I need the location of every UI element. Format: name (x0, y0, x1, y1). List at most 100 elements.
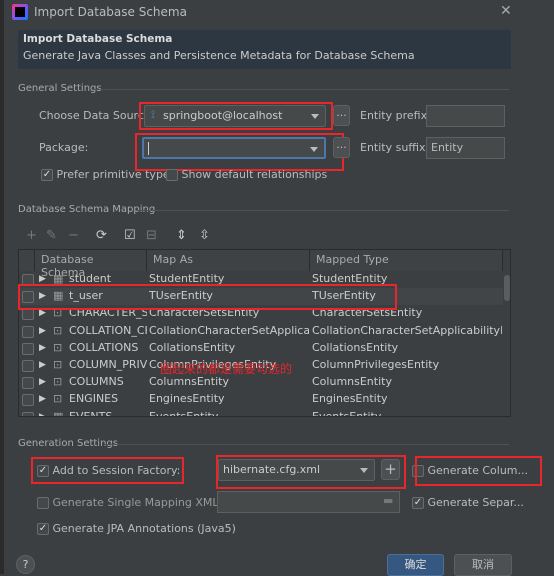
scrollbar-thumb[interactable] (504, 275, 510, 301)
view-icon: ⊡ (53, 392, 63, 406)
cancel-button[interactable]: 取消 (454, 554, 512, 576)
expand-arrow-icon[interactable]: ▶ (39, 394, 46, 404)
mapped-type-cell[interactable]: CollationCharacterSetApplicabilityEntity (312, 324, 502, 337)
header-subtitle: Generate Java Classes and Persistence Me… (23, 49, 415, 62)
view-icon: ⊡ (53, 358, 63, 371)
mapping-section-title: Database Schema Mapping (18, 204, 156, 215)
intellij-logo-icon (12, 4, 28, 20)
checkbox-unchecked-icon (22, 308, 34, 321)
data-source-label: Choose Data Source: (39, 109, 155, 122)
checkbox-unchecked-icon (22, 342, 34, 355)
expand-arrow-icon[interactable]: ▶ (39, 274, 46, 284)
table-icon: ▦ (53, 409, 64, 417)
entity-suffix-label: Entity suffix: (360, 141, 430, 154)
checkbox-unchecked-icon (22, 360, 34, 372)
schema-name: ENGINES (69, 392, 119, 406)
mapped-type-cell[interactable]: ColumnsEntity (312, 375, 502, 388)
generation-settings-title: Generation Settings (18, 438, 118, 449)
entity-prefix-label: Entity prefix: (360, 109, 431, 122)
package-browse-button[interactable]: ... (333, 137, 350, 158)
checkbox-checked-icon: ✓ (412, 497, 424, 509)
map-as-cell[interactable]: EventsEntity (149, 410, 309, 416)
header-checkbox-column (19, 250, 35, 271)
jpa-annotations-checkbox[interactable]: ✓ Generate JPA Annotations (Java5) (37, 522, 236, 535)
checkbox-unchecked-icon (22, 377, 34, 390)
map-as-cell[interactable]: EnginesEntity (149, 392, 309, 405)
row-checkbox[interactable] (22, 376, 34, 390)
column-header-map-as[interactable]: Map As (147, 250, 310, 271)
schema-name: COLUMN_PRIVILI (69, 358, 147, 371)
folder-icon[interactable]: ▬ (383, 494, 393, 507)
help-button[interactable]: ? (16, 555, 35, 574)
expand-arrow-icon[interactable]: ▶ (39, 360, 46, 370)
add-icon[interactable]: + (26, 228, 37, 243)
refresh-icon[interactable]: ⟳ (96, 228, 107, 243)
ide-background (0, 0, 4, 574)
general-settings-title: General Settings (18, 83, 102, 94)
table-row[interactable]: ▶ ⊡ COLLATIONS CollationsEntity Collatio… (19, 340, 503, 357)
checkbox-unchecked-icon (22, 411, 34, 416)
annotation-box (139, 102, 333, 130)
edit-icon[interactable]: ✎ (46, 228, 57, 243)
checkbox-unchecked-icon (37, 497, 49, 509)
annotation-box (216, 455, 406, 489)
map-as-cell[interactable]: CollationCharacterSetApplicabili... (149, 324, 309, 337)
package-label: Package: (39, 141, 89, 154)
checkbox-checked-icon: ✓ (37, 523, 49, 535)
annotation-box (415, 456, 542, 486)
annotation-note: 圈起来的都是需要勾选的 (160, 362, 293, 376)
ok-button[interactable]: 确定 (387, 554, 444, 576)
checkbox-unchecked-icon (22, 394, 34, 407)
row-checkbox[interactable] (22, 359, 34, 372)
show-default-relationships-checkbox[interactable]: Show default relationships (166, 168, 327, 181)
single-mapping-xml-checkbox[interactable]: Generate Single Mapping XML: (37, 496, 222, 509)
map-as-cell[interactable]: CollationsEntity (149, 341, 309, 354)
check-all-icon[interactable]: ☑ (124, 228, 136, 243)
mapped-type-cell[interactable]: EnginesEntity (312, 392, 502, 405)
table-row[interactable]: ▶ ▦ EVENTS EventsEntity EventsEntity (19, 409, 503, 417)
data-source-browse-button[interactable]: ... (333, 105, 350, 126)
row-checkbox[interactable] (22, 393, 34, 407)
view-icon: ⊡ (53, 340, 63, 354)
column-header-schema[interactable]: Database Schema (35, 250, 147, 279)
row-checkbox[interactable] (22, 411, 34, 416)
mapped-type-cell[interactable]: EventsEntity (312, 410, 502, 416)
annotation-box (135, 133, 344, 171)
header-title: Import Database Schema (23, 33, 173, 45)
schema-mapping-table: Database Schema Map As Mapped Type ▶ ▦ s… (18, 249, 511, 417)
generate-separate-checkbox[interactable]: ✓ Generate Separ... (412, 496, 524, 509)
divider (104, 444, 509, 445)
map-as-cell[interactable]: ColumnsEntity (149, 375, 309, 388)
entity-suffix-input[interactable]: Entity (426, 137, 505, 159)
checkbox-unchecked-icon (166, 169, 178, 181)
expand-arrow-icon[interactable]: ▶ (39, 377, 46, 387)
single-mapping-xml-input[interactable] (217, 491, 400, 513)
annotation-box (18, 284, 397, 310)
collapse-all-icon[interactable]: ⇳ (199, 228, 210, 243)
column-header-mapped-type[interactable]: Mapped Type (310, 250, 503, 271)
remove-icon[interactable]: − (68, 228, 79, 243)
table-row[interactable]: ▶ ⊡ COLLATION_CHA CollationCharacterSetA… (19, 323, 503, 340)
mapped-type-cell[interactable]: CollationsEntity (312, 341, 502, 354)
view-icon: ⊡ (53, 323, 63, 337)
close-icon[interactable]: ✕ (500, 3, 512, 19)
scrollbar-track[interactable] (503, 271, 510, 416)
checkbox-unchecked-icon (22, 325, 34, 338)
expand-arrow-icon[interactable]: ▶ (39, 412, 46, 416)
prefer-primitive-checkbox[interactable]: ✓ Prefer primitive types (41, 168, 175, 181)
expand-arrow-icon[interactable]: ▶ (39, 326, 46, 336)
schema-name: COLUMNS (69, 375, 124, 389)
expand-arrow-icon[interactable]: ▶ (39, 343, 46, 353)
divider (92, 89, 509, 90)
schema-name: EVENTS (69, 409, 113, 417)
dialog-header: Import Database Schema Generate Java Cla… (18, 30, 511, 69)
row-checkbox[interactable] (22, 325, 34, 338)
expand-all-icon[interactable]: ⇕ (176, 228, 187, 243)
window-title: Import Database Schema (34, 5, 187, 19)
table-row[interactable]: ▶ ⊡ ENGINES EnginesEntity EnginesEntity (19, 391, 503, 408)
uncheck-all-icon[interactable]: ⊟ (146, 228, 157, 243)
mapped-type-cell[interactable]: ColumnPrivilegesEntity (312, 358, 502, 371)
row-checkbox[interactable] (22, 342, 34, 355)
annotation-box (31, 457, 184, 484)
entity-prefix-input[interactable] (426, 105, 505, 127)
